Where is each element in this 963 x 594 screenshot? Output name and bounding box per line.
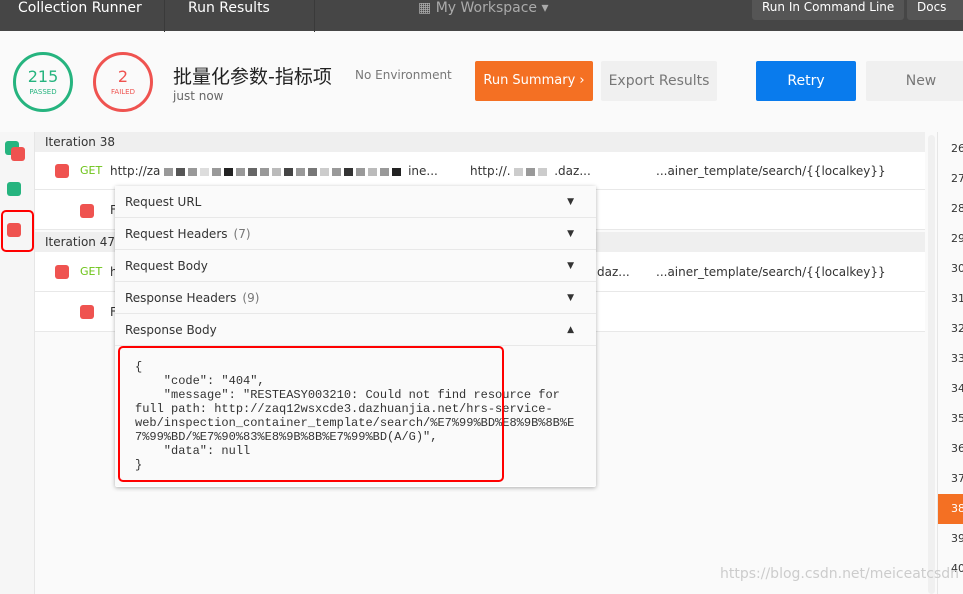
run-time: just now: [173, 89, 224, 103]
highlight-box: [1, 210, 34, 252]
iteration-number[interactable]: 27: [938, 164, 963, 194]
failed-label: FAILED: [111, 88, 135, 96]
iteration-header: Iteration 38: [35, 132, 925, 152]
top-bar: Collection Runner Run Results ▦ My Works…: [0, 0, 963, 32]
request-row[interactable]: GET http://za ine... http://. .daz... ..…: [35, 152, 925, 190]
failed-status-icon: [55, 164, 69, 178]
run-in-command-line-button[interactable]: Run In Command Line: [752, 0, 905, 20]
breadcrumb-separator: [295, 0, 315, 32]
iteration-number[interactable]: 39: [938, 524, 963, 554]
collection-title: 批量化参数-指标项: [173, 66, 332, 88]
request-url: http://za ine...: [110, 164, 438, 178]
highlight-box: [118, 346, 504, 482]
failed-count: 2: [117, 67, 129, 86]
iteration-number[interactable]: 38: [938, 494, 963, 524]
section-response-headers[interactable]: Response Headers (9) ▼: [115, 282, 596, 314]
status-passed-icon[interactable]: [7, 182, 21, 196]
iteration-number[interactable]: 35: [938, 404, 963, 434]
request-path: ...ainer_template/search/{{localkey}}: [656, 265, 886, 279]
watermark: https://blog.csdn.net/meiceatcsdn: [720, 566, 960, 582]
caret-up-icon: ▲: [567, 325, 574, 335]
status-failed-icon[interactable]: [11, 147, 25, 161]
caret-down-icon: ▼: [567, 293, 574, 303]
passed-label: PASSED: [29, 88, 57, 96]
workspace-label: My Workspace: [435, 0, 538, 16]
breadcrumb-run-results[interactable]: Run Results: [188, 0, 270, 31]
iteration-number-list: 26 27 28 29 30 31 32 33 34 35 36 37 38 39 40: [937, 132, 963, 594]
caret-down-icon: ▼: [567, 197, 574, 207]
iteration-number[interactable]: 37: [938, 464, 963, 494]
request-host: daz...: [597, 265, 630, 279]
iteration-status-sidebar: [0, 132, 35, 594]
chevron-right-icon: ›: [575, 73, 585, 88]
passed-count: 215: [27, 67, 59, 86]
request-host: http://. .daz...: [470, 164, 591, 178]
export-results-button[interactable]: Export Results: [601, 61, 717, 101]
failed-count-badge: 2 FAILED: [93, 52, 153, 112]
section-request-headers[interactable]: Request Headers (7) ▼: [115, 218, 596, 250]
failed-status-icon: [80, 305, 94, 319]
iteration-number[interactable]: 32: [938, 314, 963, 344]
environment-label: No Environment: [355, 68, 452, 82]
caret-down-icon: ▼: [567, 229, 574, 239]
failed-status-icon: [80, 204, 94, 218]
iteration-number[interactable]: 33: [938, 344, 963, 374]
section-request-url[interactable]: Request URL ▼: [115, 186, 596, 218]
scrollbar[interactable]: [928, 135, 935, 594]
caret-down-icon: ▾: [537, 0, 549, 16]
iteration-number[interactable]: 31: [938, 284, 963, 314]
iteration-number[interactable]: 30: [938, 254, 963, 284]
http-method: GET: [80, 265, 103, 278]
breadcrumb-separator: [145, 0, 165, 32]
section-request-body[interactable]: Request Body ▼: [115, 250, 596, 282]
docs-button[interactable]: Docs: [907, 0, 963, 20]
iteration-number[interactable]: 28: [938, 194, 963, 224]
run-summary-label: Run Summary: [483, 73, 576, 88]
grid-icon: ▦: [418, 0, 436, 16]
passed-count-badge: 215 PASSED: [13, 52, 73, 112]
retry-button[interactable]: Retry: [756, 61, 856, 101]
run-summary-button[interactable]: Run Summary ›: [475, 61, 593, 101]
new-button[interactable]: New: [866, 61, 963, 101]
http-method: GET: [80, 164, 103, 177]
workspace-switcher[interactable]: ▦ My Workspace ▾: [418, 0, 549, 16]
iteration-number[interactable]: 29: [938, 224, 963, 254]
caret-down-icon: ▼: [567, 261, 574, 271]
iteration-number[interactable]: 36: [938, 434, 963, 464]
breadcrumb-collection-runner[interactable]: Collection Runner: [18, 0, 142, 31]
iteration-number[interactable]: 26: [938, 134, 963, 164]
request-path: ...ainer_template/search/{{localkey}}: [656, 164, 886, 178]
section-response-body[interactable]: Response Body ▲: [115, 314, 596, 346]
failed-status-icon: [55, 265, 69, 279]
iteration-number[interactable]: 34: [938, 374, 963, 404]
